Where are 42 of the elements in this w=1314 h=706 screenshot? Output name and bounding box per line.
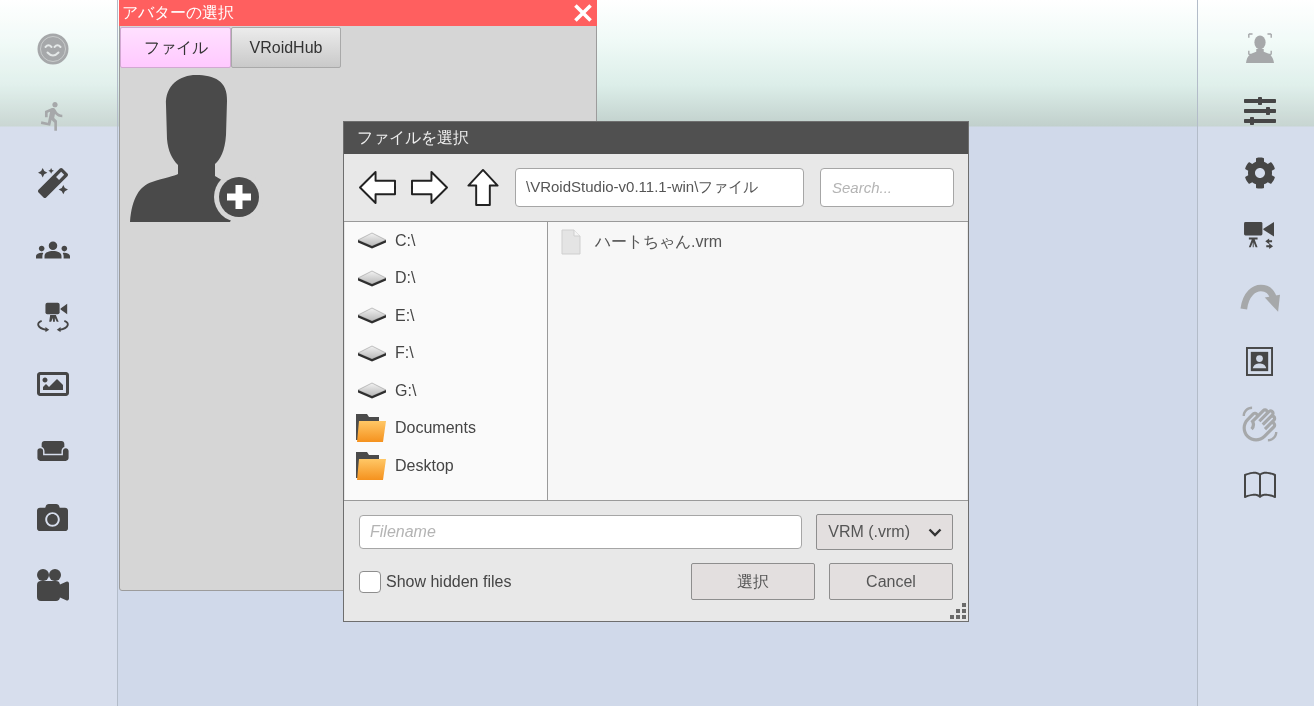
movie-camera-icon[interactable] (36, 568, 69, 601)
dialog-title: ファイルを選択 (357, 128, 469, 148)
drive-icon (357, 269, 387, 287)
dialog-button[interactable]: Cancel (829, 563, 953, 600)
close-icon[interactable] (574, 4, 592, 22)
search-field[interactable]: Search... (820, 168, 954, 207)
forward-arrow-icon[interactable] (410, 170, 449, 205)
camera-rotate-icon[interactable] (35, 301, 70, 332)
drive-icon (357, 307, 387, 325)
back-arrow-icon[interactable] (358, 170, 397, 205)
place-item[interactable]: F:\ (345, 334, 547, 372)
folder-icon (355, 450, 387, 481)
up-arrow-icon[interactable] (466, 168, 500, 207)
folder-icon (355, 413, 387, 444)
place-item[interactable]: E:\ (345, 297, 547, 335)
file-item[interactable]: ハートちゃん.vrm (548, 222, 967, 261)
sliders-icon[interactable] (1243, 94, 1276, 127)
filename-field[interactable]: Filename (359, 515, 803, 549)
drive-icon (357, 344, 387, 362)
place-item[interactable]: D:\ (345, 259, 547, 297)
settings-icon[interactable] (1243, 157, 1276, 190)
tab[interactable]: VRoidHub (231, 27, 341, 68)
drive-icon (357, 382, 387, 400)
file-type-dropdown[interactable]: VRM (.vrm) (816, 514, 953, 550)
place-item[interactable]: Desktop (345, 447, 547, 485)
place-item[interactable]: Documents (345, 409, 547, 447)
dialog-title: アバターの選択 (122, 5, 234, 21)
portrait-icon[interactable] (1246, 346, 1273, 376)
camera-icon[interactable] (37, 502, 68, 533)
tab[interactable]: ファイル (120, 27, 231, 68)
path-field[interactable]: \VRoidStudio-v0.11.1-win\ファイル (515, 168, 804, 207)
magic-wand-icon[interactable] (37, 167, 68, 198)
resize-grip-icon[interactable] (950, 603, 966, 619)
chevron-down-icon (928, 527, 942, 537)
place-item[interactable]: G:\ (345, 372, 547, 410)
camera-tripod-icon[interactable] (1244, 221, 1275, 251)
checkbox[interactable] (359, 570, 381, 593)
dialog-button[interactable]: 選択 (691, 563, 815, 600)
place-item[interactable]: C:\ (345, 222, 547, 260)
file-icon (561, 228, 581, 255)
drive-icon (357, 232, 387, 250)
checkbox-label[interactable]: Show hidden files (386, 569, 512, 594)
